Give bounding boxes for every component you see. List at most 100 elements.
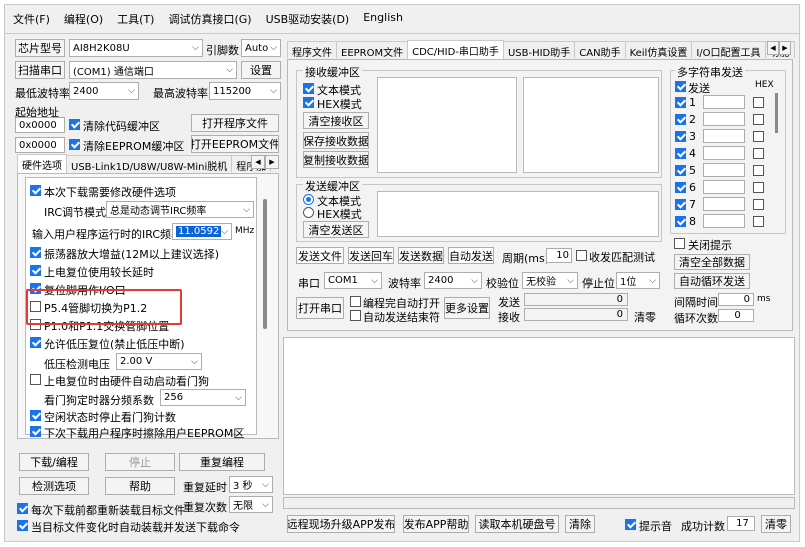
save-receive-button[interactable]: 保存接收数据 bbox=[303, 132, 369, 149]
loop-count-input[interactable]: 0 bbox=[718, 309, 754, 322]
send-data-button[interactable]: 发送数据 bbox=[398, 247, 444, 264]
multi-row-checkbox[interactable] bbox=[675, 148, 686, 159]
period-input[interactable]: 10 bbox=[546, 248, 572, 263]
tab-can[interactable]: CAN助手 bbox=[574, 41, 626, 59]
tab-scroll-right-icon[interactable]: ▶ bbox=[265, 155, 279, 169]
auto-loop-button[interactable]: 自动循环发送 bbox=[674, 273, 750, 289]
clear-eeprom-checkbox[interactable] bbox=[69, 139, 80, 150]
right-tab-scroll-left-icon[interactable]: ◀ bbox=[767, 41, 779, 55]
multi-send-scrollbar[interactable] bbox=[775, 93, 778, 133]
multi-row-checkbox[interactable] bbox=[675, 165, 686, 176]
tab-usb-hid[interactable]: USB-HID助手 bbox=[502, 41, 576, 59]
clear-log-button[interactable]: 清除 bbox=[565, 515, 595, 533]
download-button[interactable]: 下载/编程 bbox=[19, 453, 89, 471]
pin-count-select[interactable]: Auto ⌵ bbox=[241, 39, 281, 57]
chip-model-select[interactable]: AI8H2K08U ⌵ bbox=[69, 39, 203, 57]
multi-row-hex-checkbox[interactable] bbox=[753, 165, 764, 176]
repeat-delay-select[interactable]: 3 秒 ⌵ bbox=[229, 476, 273, 493]
clear-send-button[interactable]: 清空发送区 bbox=[303, 221, 369, 238]
opt-modify-hw-checkbox[interactable] bbox=[30, 185, 41, 196]
multi-row-checkbox[interactable] bbox=[675, 131, 686, 142]
multi-row-hex-checkbox[interactable] bbox=[753, 199, 764, 210]
opt-wdt-auto-checkbox[interactable] bbox=[30, 374, 41, 385]
multi-row-hex-checkbox[interactable] bbox=[753, 182, 764, 193]
recv-hex-mode-checkbox[interactable] bbox=[303, 97, 314, 108]
code-address-input[interactable]: 0x0000 bbox=[15, 117, 65, 133]
stop-button[interactable]: 停止 bbox=[105, 453, 175, 471]
send-hex-mode-radio[interactable] bbox=[303, 207, 314, 218]
multi-row-hex-checkbox[interactable] bbox=[753, 131, 764, 142]
more-settings-button[interactable]: 更多设置 bbox=[444, 297, 490, 319]
auto-send-button[interactable]: 自动发送 bbox=[448, 247, 494, 264]
parity-select[interactable]: 无校验 ⌵ bbox=[522, 272, 578, 289]
lvd-voltage-select[interactable]: 2.00 V ⌵ bbox=[116, 353, 202, 370]
chip-model-button[interactable]: 芯片型号 bbox=[15, 39, 65, 57]
tab-serial-assistant[interactable]: CDC/HID-串口助手 bbox=[407, 40, 504, 59]
release-help-button[interactable]: 发布APP帮助 bbox=[403, 515, 469, 533]
options-scrollbar[interactable] bbox=[263, 199, 267, 329]
clear-receive-button[interactable]: 清空接收区 bbox=[303, 112, 369, 129]
echo-test-checkbox[interactable] bbox=[576, 250, 587, 261]
irc-freq-select[interactable]: 11.0592 ⌵ bbox=[172, 223, 232, 240]
help-button[interactable]: 帮助 bbox=[105, 477, 175, 495]
baud-select[interactable]: 2400 ⌵ bbox=[424, 272, 482, 289]
menu-english[interactable]: English bbox=[363, 11, 403, 29]
tab-io-config[interactable]: I/O口配置工具 bbox=[691, 41, 766, 59]
clear-code-checkbox[interactable] bbox=[69, 119, 80, 130]
multi-row-input[interactable] bbox=[703, 112, 745, 126]
multi-row-input[interactable] bbox=[703, 197, 745, 211]
min-baud-select[interactable]: 2400 ⌵ bbox=[69, 82, 139, 100]
multi-row-checkbox[interactable] bbox=[675, 182, 686, 193]
multi-row-hex-checkbox[interactable] bbox=[753, 216, 764, 227]
menu-debug[interactable]: 调试仿真接口(G) bbox=[168, 11, 251, 29]
read-disk-button[interactable]: 读取本机硬盘号 bbox=[475, 515, 559, 533]
serial-port-select[interactable]: COM1 ⌵ bbox=[324, 272, 382, 289]
multi-row-input[interactable] bbox=[703, 95, 745, 109]
multi-row-input[interactable] bbox=[703, 146, 745, 160]
receive-hex-area[interactable] bbox=[523, 77, 659, 173]
copy-receive-button[interactable]: 复制接收数据 bbox=[303, 151, 369, 168]
reload-checkbox[interactable] bbox=[17, 503, 28, 514]
multi-row-input[interactable] bbox=[703, 180, 745, 194]
multi-send-all-checkbox[interactable] bbox=[675, 81, 686, 92]
tab-program-file[interactable]: 程序文件 bbox=[287, 41, 337, 59]
scan-port-button[interactable]: 扫描串口 bbox=[15, 61, 65, 79]
multi-row-checkbox[interactable] bbox=[675, 199, 686, 210]
recv-text-mode-checkbox[interactable] bbox=[303, 83, 314, 94]
clear-all-button[interactable]: 清空全部数据 bbox=[674, 254, 750, 270]
stop-bits-select[interactable]: 1位 ⌵ bbox=[616, 272, 660, 289]
open-eeprom-button[interactable]: 打开EEPROM文件 bbox=[191, 135, 279, 153]
wdt-prescaler-select[interactable]: 256 ⌵ bbox=[160, 389, 246, 406]
menu-usb-driver[interactable]: USB驱动安装(D) bbox=[266, 11, 350, 29]
opt-long-delay-checkbox[interactable] bbox=[30, 265, 41, 276]
auto-open-checkbox[interactable] bbox=[350, 296, 361, 307]
open-program-button[interactable]: 打开程序文件 bbox=[191, 114, 279, 132]
menu-file[interactable]: 文件(F) bbox=[13, 11, 50, 29]
irc-mode-select[interactable]: 总是动态调节IRC频率 ⌵ bbox=[106, 201, 254, 218]
auto-load-checkbox[interactable] bbox=[17, 520, 28, 531]
interval-input[interactable]: 0 bbox=[718, 293, 754, 306]
right-tab-scroll-right-icon[interactable]: ▶ bbox=[779, 41, 791, 55]
multi-row-checkbox[interactable] bbox=[675, 216, 686, 227]
menu-tools[interactable]: 工具(T) bbox=[117, 11, 154, 29]
send-file-button[interactable]: 发送文件 bbox=[296, 247, 344, 264]
multi-row-input[interactable] bbox=[703, 163, 745, 177]
port-select[interactable]: (COM1) 通信端口 ⌵ bbox=[69, 61, 237, 79]
tab-keil[interactable]: Keil仿真设置 bbox=[624, 41, 693, 59]
opt-osc-gain-checkbox[interactable] bbox=[30, 247, 41, 258]
menu-program[interactable]: 编程(O) bbox=[64, 11, 103, 29]
multi-row-input[interactable] bbox=[703, 129, 745, 143]
multi-row-hex-checkbox[interactable] bbox=[753, 97, 764, 108]
tab-hardware-options[interactable]: 硬件选项 bbox=[17, 154, 67, 173]
repeat-count-select[interactable]: 无限 ⌵ bbox=[229, 496, 273, 513]
clear-success-button[interactable]: 清零 bbox=[761, 515, 791, 533]
eeprom-address-input[interactable]: 0x0000 bbox=[15, 137, 65, 153]
opt-idle-wdt-checkbox[interactable] bbox=[30, 410, 41, 421]
multi-row-hex-checkbox[interactable] bbox=[753, 148, 764, 159]
opt-lvd-reset-checkbox[interactable] bbox=[30, 337, 41, 348]
receive-text-area[interactable] bbox=[377, 77, 517, 173]
check-options-button[interactable]: 检测选项 bbox=[19, 477, 89, 495]
auto-send-end-checkbox[interactable] bbox=[350, 310, 361, 321]
send-text-mode-radio[interactable] bbox=[303, 194, 314, 205]
multi-row-hex-checkbox[interactable] bbox=[753, 114, 764, 125]
